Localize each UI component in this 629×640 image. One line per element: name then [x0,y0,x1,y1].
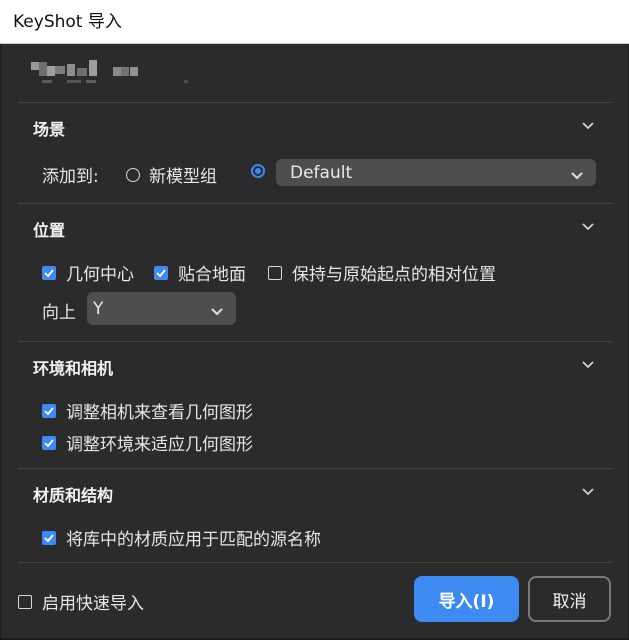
apply-library-materials-checkbox[interactable]: 将库中的材质应用于匹配的源名称 [42,525,321,550]
blurred-file-name [22,58,188,86]
keep-relative-checkbox[interactable]: 保持与原始起点的相对位置 [268,260,496,285]
quick-import-checkbox[interactable]: 启用快速导入 [18,589,144,614]
checkbox-empty-icon [18,594,32,609]
section-title-position: 位置 [33,221,66,240]
checkbox-empty-icon [268,265,282,280]
chevron-down-icon[interactable] [580,118,596,134]
keep-relative-label: 保持与原始起点的相对位置 [292,265,496,285]
section-title-materials: 材质和结构 [33,486,114,505]
snap-to-ground-label: 贴合地面 [178,265,246,285]
existing-group-radio[interactable] [251,164,274,178]
adjust-camera-checkbox[interactable]: 调整相机来查看几何图形 [42,398,253,423]
divider [18,102,612,103]
radio-icon [126,167,140,182]
section-title-environment-camera: 环境和相机 [33,359,114,378]
geometry-center-checkbox[interactable]: 几何中心 [42,260,134,285]
checkbox-checked-icon [42,403,56,418]
window-title: KeyShot 导入 [0,0,629,44]
window-border-left [0,44,1,640]
divider [18,341,612,342]
group-select-value: Default [290,162,353,183]
up-axis-value: Y [93,298,104,319]
checkbox-checked-icon [42,435,56,450]
chevron-down-icon[interactable] [580,219,596,235]
up-axis-label: 向上 [42,303,76,323]
new-group-label: 新模型组 [149,167,217,187]
quick-import-label: 启用快速导入 [42,594,144,614]
group-select[interactable]: Default [276,159,596,186]
checkbox-checked-icon [154,265,168,280]
snap-to-ground-checkbox[interactable]: 贴合地面 [154,260,246,285]
adjust-camera-label: 调整相机来查看几何图形 [66,403,253,423]
up-axis-select[interactable]: Y [87,292,236,325]
chevron-down-icon[interactable] [580,484,596,500]
import-button[interactable]: 导入(I) [414,576,519,622]
chevron-down-icon[interactable] [580,357,596,373]
checkbox-checked-icon [42,530,56,545]
cancel-button[interactable]: 取消 [528,576,611,622]
add-to-label: 添加到: [42,167,99,187]
radio-selected-icon [251,164,265,178]
divider [18,468,612,469]
apply-library-materials-label: 将库中的材质应用于匹配的源名称 [66,530,321,550]
section-title-scene: 场景 [33,120,66,139]
divider [18,562,612,563]
new-group-radio[interactable]: 新模型组 [126,162,217,187]
geometry-center-label: 几何中心 [66,265,134,285]
checkbox-checked-icon [42,265,56,280]
divider [18,203,612,204]
chevron-down-icon [570,167,584,179]
adjust-environment-label: 调整环境来适应几何图形 [66,435,253,455]
chevron-down-icon [210,303,224,315]
adjust-environment-checkbox[interactable]: 调整环境来适应几何图形 [42,430,253,455]
